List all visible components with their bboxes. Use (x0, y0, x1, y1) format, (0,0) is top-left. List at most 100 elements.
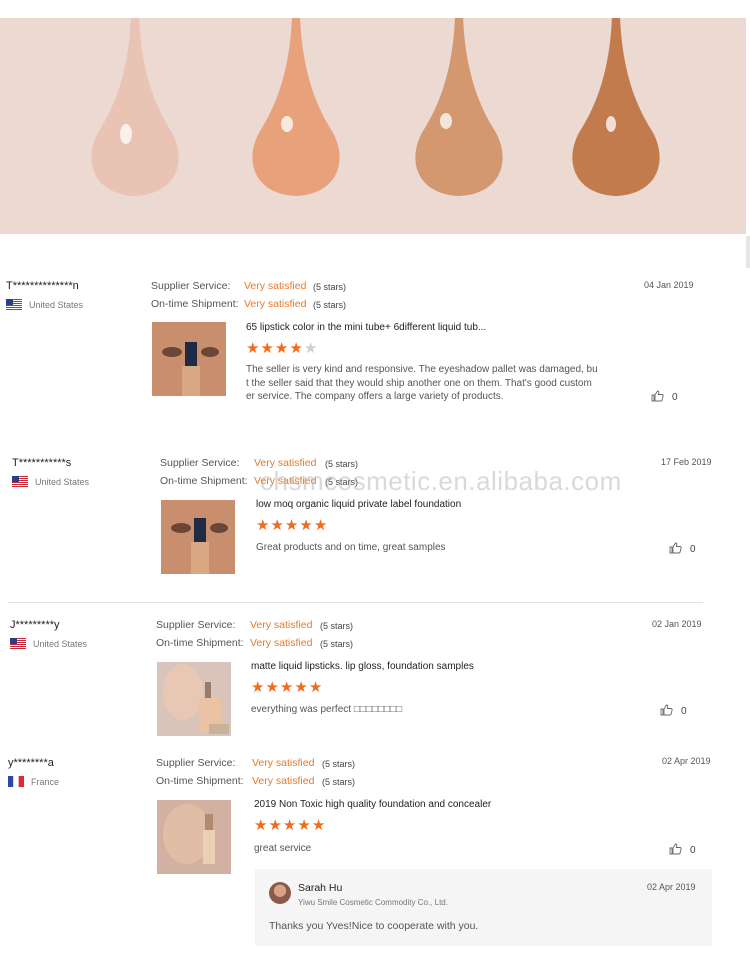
shipment-stars: (5 stars) (325, 477, 359, 487)
reply-date: 02 Apr 2019 (647, 882, 696, 892)
supplier-service-stars: (5 stars) (320, 621, 354, 631)
star-filled-icon: ★ (254, 817, 268, 834)
supplier-service-rating: Very satisfied (250, 619, 313, 631)
like-button[interactable]: 0 (651, 390, 678, 405)
review-comment: everything was perfect □□□□□□□□ (251, 704, 403, 715)
supplier-service-label: Supplier Service: (160, 457, 240, 469)
reviewer-name: y********a (8, 757, 54, 769)
star-filled-icon: ★ (246, 340, 260, 357)
product-thumbnail[interactable] (161, 500, 235, 574)
star-rating: ★ ★ ★ ★ ★ (256, 518, 327, 533)
reply-text: Thanks you Yves!Nice to cooperate with y… (269, 920, 479, 932)
thumbs-up-icon (669, 843, 682, 858)
supplier-service-label: Supplier Service: (156, 619, 236, 631)
star-filled-icon: ★ (282, 817, 297, 834)
liquid-drop-4 (572, 18, 660, 196)
shipment-rating: Very satisfied (250, 637, 313, 649)
liquid-drop-3 (415, 18, 503, 196)
reviewer-country: United States (6, 299, 83, 310)
reviewer-country: France (8, 776, 59, 787)
product-title-link[interactable]: matte liquid lipsticks. lip gloss, found… (251, 661, 474, 672)
reply-company: Yiwu Smile Cosmetic Commodity Co., Ltd. (298, 898, 448, 907)
star-rating: ★ ★ ★ ★ ★ (246, 341, 317, 356)
reviewer-country: United States (10, 638, 87, 649)
star-filled-icon: ★ (260, 340, 274, 357)
shipment-stars: (5 stars) (313, 300, 347, 310)
scroll-edge (746, 236, 750, 268)
product-title-link[interactable]: 2019 Non Toxic high quality foundation a… (254, 799, 491, 810)
supplier-service-rating: Very satisfied (252, 757, 315, 769)
shipment-stars: (5 stars) (322, 777, 356, 787)
thumbs-up-icon (669, 542, 682, 557)
reply-author: Sarah Hu (298, 882, 343, 894)
shipment-label: On-time Shipment: (156, 775, 244, 787)
star-filled-icon: ★ (313, 517, 328, 534)
liquid-drop-2 (252, 18, 340, 196)
star-filled-icon: ★ (294, 679, 308, 696)
star-rating: ★ ★ ★ ★ ★ (254, 818, 325, 833)
like-count: 0 (672, 392, 678, 403)
us-flag-icon (12, 476, 28, 487)
product-title-link[interactable]: 65 lipstick color in the mini tube+ 6dif… (246, 322, 486, 333)
like-count: 0 (690, 845, 696, 856)
shipment-stars: (5 stars) (320, 639, 354, 649)
star-filled-icon: ★ (274, 340, 289, 357)
star-filled-icon: ★ (265, 679, 279, 696)
star-filled-icon: ★ (308, 679, 323, 696)
star-filled-icon: ★ (311, 817, 326, 834)
supplier-service-rating: Very satisfied (254, 457, 317, 469)
supplier-reply: Sarah Hu Yiwu Smile Cosmetic Commodity C… (255, 869, 712, 946)
product-thumbnail[interactable] (152, 322, 226, 396)
product-thumbnail[interactable] (157, 800, 231, 874)
reviewer-name: T**************n (6, 280, 79, 292)
reviewer-name: J*********y (10, 619, 60, 631)
shipment-rating: Very satisfied (252, 775, 315, 787)
supplier-service-rating: Very satisfied (244, 280, 307, 292)
shipment-rating: Very satisfied (254, 475, 317, 487)
supplier-service-stars: (5 stars) (325, 459, 359, 469)
thumbs-up-icon (660, 704, 673, 719)
reviewer-name: T***********s (12, 457, 72, 469)
thumbs-up-icon (651, 390, 664, 405)
avatar (269, 882, 291, 904)
review-date: 02 Jan 2019 (652, 619, 702, 629)
review-date: 17 Feb 2019 (661, 457, 712, 467)
star-filled-icon: ★ (256, 517, 270, 534)
review-comment: Great products and on time, great sample… (256, 542, 446, 553)
supplier-service-stars: (5 stars) (322, 759, 356, 769)
shipment-label: On-time Shipment: (156, 637, 244, 649)
shipment-label: On-time Shipment: (160, 475, 248, 487)
review-date: 02 Apr 2019 (662, 756, 711, 766)
us-flag-icon (10, 638, 26, 649)
supplier-service-label: Supplier Service: (156, 757, 236, 769)
like-button[interactable]: 0 (669, 542, 696, 557)
review-date: 04 Jan 2019 (644, 280, 694, 290)
review-comment: great service (254, 843, 312, 854)
supplier-service-stars: (5 stars) (313, 282, 347, 292)
review-divider (8, 602, 703, 603)
shipment-rating: Very satisfied (244, 298, 307, 310)
star-filled-icon: ★ (279, 679, 294, 696)
product-banner (0, 18, 746, 234)
star-filled-icon: ★ (299, 517, 313, 534)
shipment-label: On-time Shipment: (151, 298, 239, 310)
like-count: 0 (690, 544, 696, 555)
like-button[interactable]: 0 (660, 704, 687, 719)
star-filled-icon: ★ (289, 340, 303, 357)
star-empty-icon: ★ (303, 340, 318, 357)
product-title-link[interactable]: low moq organic liquid private label fou… (256, 499, 461, 510)
us-flag-icon (6, 299, 22, 310)
star-filled-icon: ★ (284, 517, 299, 534)
star-filled-icon: ★ (270, 517, 284, 534)
review-comment: The seller is very kind and responsive. … (246, 364, 598, 402)
reviewer-country: United States (12, 476, 89, 487)
product-thumbnail[interactable] (157, 662, 231, 736)
star-filled-icon: ★ (297, 817, 311, 834)
star-rating: ★ ★ ★ ★ ★ (251, 680, 322, 695)
star-filled-icon: ★ (268, 817, 282, 834)
fr-flag-icon (8, 776, 24, 787)
liquid-drop-1 (91, 18, 179, 196)
like-count: 0 (681, 706, 687, 717)
like-button[interactable]: 0 (669, 843, 696, 858)
supplier-service-label: Supplier Service: (151, 280, 231, 292)
